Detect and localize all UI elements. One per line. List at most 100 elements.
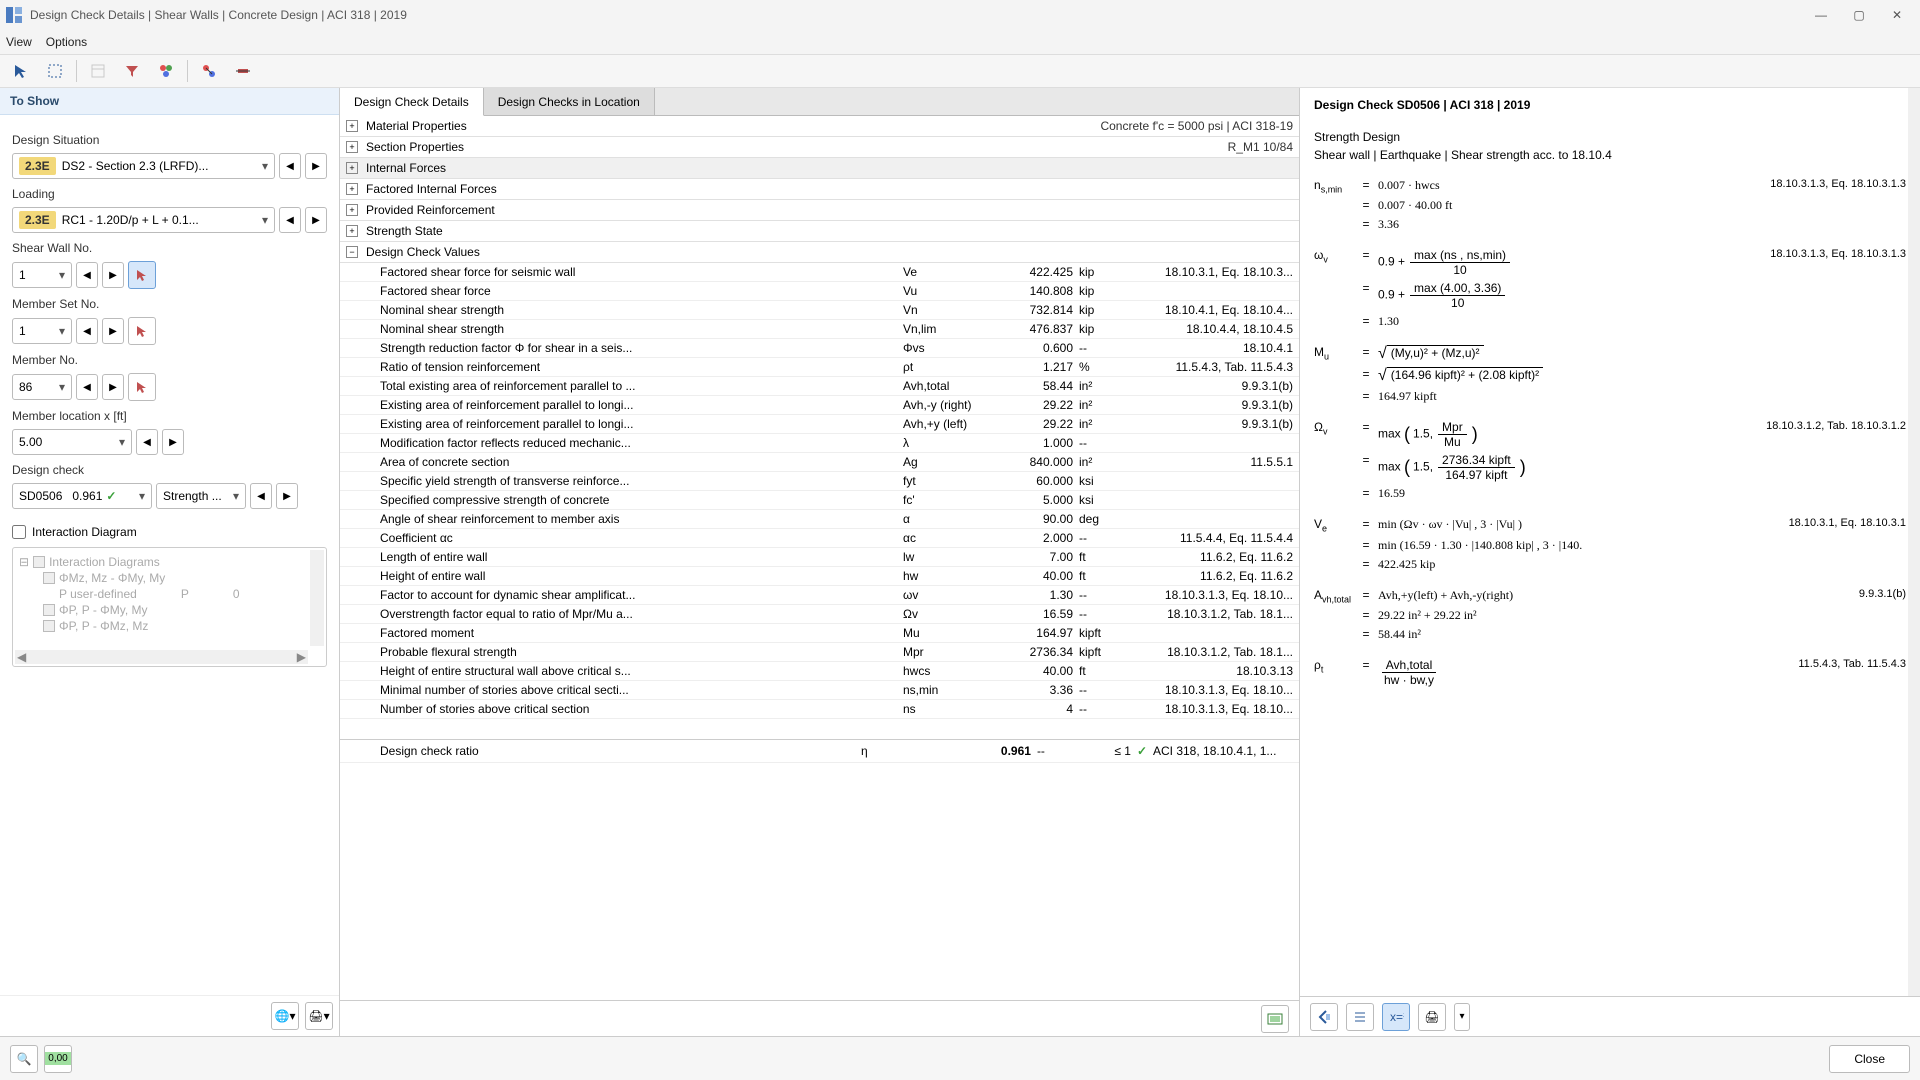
globe-icon[interactable]: 🌐▾ (271, 1002, 299, 1030)
table-row: Specific yield strength of transverse re… (340, 472, 1299, 491)
loading-combo[interactable]: 2.3E RC1 - 1.20D/p + L + 0.1... (12, 207, 275, 233)
design-situation-combo[interactable]: 2.3E DS2 - Section 2.3 (LRFD)... (12, 153, 275, 179)
table-row: Overstrength factor equal to ratio of Mp… (340, 605, 1299, 624)
toolbar (0, 54, 1920, 88)
filter-icon[interactable] (119, 58, 145, 84)
member-no-combo[interactable]: 86 (12, 374, 72, 400)
table-row: Height of entire wallhw40.00ft11.6.2, Eq… (340, 567, 1299, 586)
next-button[interactable]: ▶ (305, 153, 327, 179)
prev-button[interactable]: ◀ (279, 153, 301, 179)
dropdown-icon[interactable]: ▾ (1454, 1003, 1470, 1031)
close-icon[interactable]: ✕ (1888, 6, 1906, 24)
member-no-label: Member No. (12, 353, 327, 367)
section-icon[interactable] (230, 58, 256, 84)
table-row: Coefficient αcαc2.000--11.5.4.4, Eq. 11.… (340, 529, 1299, 548)
design-check-label: Design check (12, 463, 327, 477)
table-row: Strength reduction factor Φ for shear in… (340, 339, 1299, 358)
prev-button[interactable]: ◀ (136, 429, 158, 455)
ratio-row: Design check ratio η 0.961 -- ≤ 1 ✓ ACI … (340, 739, 1299, 763)
section-material[interactable]: +Material PropertiesConcrete f'c = 5000 … (340, 116, 1299, 137)
minimize-icon[interactable]: — (1812, 6, 1830, 24)
section-provided[interactable]: +Provided Reinforcement (340, 200, 1299, 221)
print-icon[interactable]: 🖨▾ (305, 1002, 333, 1030)
rp-sub2: Shear wall | Earthquake | Shear strength… (1300, 146, 1920, 164)
section-values[interactable]: −Design Check Values (340, 242, 1299, 263)
graph-icon[interactable] (196, 58, 222, 84)
svg-text:x=¾: x=¾ (1390, 1010, 1404, 1024)
table-row: Nominal shear strengthVn,lim476.837kip18… (340, 320, 1299, 339)
design-check-type-combo[interactable]: Strength ... (156, 483, 246, 509)
table-row: Specified compressive strength of concre… (340, 491, 1299, 510)
maximize-icon[interactable]: ▢ (1850, 6, 1868, 24)
rp-title: Design Check SD0506 | ACI 318 | 2019 (1300, 88, 1920, 114)
app-icon (4, 5, 24, 25)
prev-button[interactable]: ◀ (76, 318, 98, 344)
interaction-diagram-label: Interaction Diagram (32, 525, 137, 539)
section-factored[interactable]: +Factored Internal Forces (340, 179, 1299, 200)
screenshot-icon[interactable] (1261, 1005, 1289, 1033)
next-button[interactable]: ▶ (162, 429, 184, 455)
prev-button[interactable]: ◀ (279, 207, 301, 233)
tab-location[interactable]: Design Checks in Location (484, 88, 655, 115)
formula-icon[interactable]: x=¾ (1382, 1003, 1410, 1031)
table-row: Area of concrete sectionAg840.000in²11.5… (340, 453, 1299, 472)
section-strength[interactable]: +Strength State (340, 221, 1299, 242)
section-section[interactable]: +Section PropertiesR_M1 10/84 (340, 137, 1299, 158)
check-ok-icon: ✓ (106, 489, 116, 503)
print-icon[interactable]: 🖨 (1418, 1003, 1446, 1031)
scrollbar[interactable] (1908, 88, 1920, 996)
shear-wall-label: Shear Wall No. (12, 241, 327, 255)
prev-button[interactable]: ◀ (76, 374, 98, 400)
member-set-combo[interactable]: 1 (12, 318, 72, 344)
prev-button[interactable]: ◀ (250, 483, 272, 509)
next-button[interactable]: ▶ (102, 318, 124, 344)
menubar: View Options (0, 30, 1920, 54)
list-icon[interactable] (1346, 1003, 1374, 1031)
close-button[interactable]: Close (1829, 1045, 1910, 1073)
pick-icon[interactable] (128, 373, 156, 401)
next-button[interactable]: ▶ (305, 207, 327, 233)
table-row: Factored shear force for seismic wallVe4… (340, 263, 1299, 282)
sheet-icon[interactable] (85, 58, 111, 84)
table-row: Existing area of reinforcement parallel … (340, 415, 1299, 434)
design-check-combo[interactable]: SD0506 0.961 ✓ (12, 483, 152, 509)
location-combo[interactable]: 5.00 (12, 429, 132, 455)
search-icon[interactable]: 🔍 (10, 1045, 38, 1073)
section-internal[interactable]: +Internal Forces (340, 158, 1299, 179)
check-ok-icon: ✓ (1137, 744, 1147, 758)
box-select-icon[interactable] (42, 58, 68, 84)
table-row: Factor to account for dynamic shear ampl… (340, 586, 1299, 605)
colors-icon[interactable] (153, 58, 179, 84)
left-panel: To Show Design Situation 2.3E DS2 - Sect… (0, 88, 340, 1036)
menu-options[interactable]: Options (46, 35, 87, 49)
next-button[interactable]: ▶ (102, 262, 124, 288)
interaction-diagram-checkbox[interactable] (12, 525, 26, 539)
menu-view[interactable]: View (6, 35, 32, 49)
titlebar: Design Check Details | Shear Walls | Con… (0, 0, 1920, 30)
table-row: Factored shear forceVu140.808kip (340, 282, 1299, 301)
shear-wall-combo[interactable]: 1 (12, 262, 72, 288)
table-row: Factored momentMu164.97kipft (340, 624, 1299, 643)
location-label: Member location x [ft] (12, 409, 327, 423)
bottombar: 🔍 0,00 Close (0, 1036, 1920, 1080)
table-row: Nominal shear strengthVn732.814kip18.10.… (340, 301, 1299, 320)
tab-details[interactable]: Design Check Details (340, 88, 484, 116)
precision-icon[interactable]: 0,00 (44, 1045, 72, 1073)
back-icon[interactable] (1310, 1003, 1338, 1031)
table-row: Total existing area of reinforcement par… (340, 377, 1299, 396)
right-panel: Design Check SD0506 | ACI 318 | 2019 Str… (1300, 88, 1920, 1036)
table-row: Ratio of tension reinforcementρt1.217%11… (340, 358, 1299, 377)
table-row: Minimal number of stories above critical… (340, 681, 1299, 700)
next-button[interactable]: ▶ (276, 483, 298, 509)
rp-sub1: Strength Design (1300, 128, 1920, 146)
table-row: Modification factor reflects reduced mec… (340, 434, 1299, 453)
select-icon[interactable] (8, 58, 34, 84)
prev-button[interactable]: ◀ (76, 262, 98, 288)
loading-label: Loading (12, 187, 327, 201)
middle-panel: Design Check Details Design Checks in Lo… (340, 88, 1300, 1036)
design-situation-label: Design Situation (12, 133, 327, 147)
next-button[interactable]: ▶ (102, 374, 124, 400)
pick-icon[interactable] (128, 261, 156, 289)
left-panel-header: To Show (0, 88, 339, 115)
pick-icon[interactable] (128, 317, 156, 345)
